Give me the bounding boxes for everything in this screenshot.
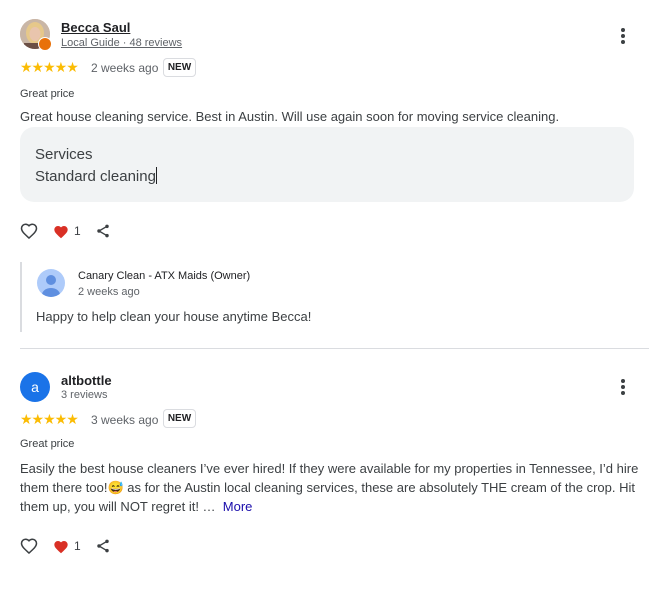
- text-caret: [155, 167, 157, 184]
- reviewer-subtitle[interactable]: 3 reviews: [61, 389, 107, 401]
- reviewer-name[interactable]: altbottle: [61, 373, 112, 388]
- share-icon[interactable]: [95, 538, 111, 554]
- new-badge: NEW: [163, 409, 196, 428]
- services-value: Standard cleaning: [35, 168, 156, 185]
- star-rating: ★★★★★: [20, 59, 79, 75]
- thumb-like-icon[interactable]: [20, 537, 38, 555]
- star-rating: ★★★★★: [20, 411, 79, 427]
- heart-icon[interactable]: [53, 539, 69, 555]
- new-badge: NEW: [163, 58, 196, 77]
- reviewer-avatar[interactable]: a: [20, 372, 50, 402]
- review-time: 2 weeks ago: [91, 61, 159, 75]
- owner-reply-text: Happy to help clean your house anytime B…: [36, 309, 312, 324]
- like-count: 1: [74, 539, 81, 553]
- review-tag: Great price: [20, 438, 75, 450]
- review-text-content: Easily the best house cleaners I’ve ever…: [20, 461, 639, 514]
- reviewer-subtitle[interactable]: Local Guide · 48 reviews: [61, 37, 182, 49]
- owner-name: Canary Clean - ATX Maids (Owner): [78, 270, 251, 282]
- more-vert-icon[interactable]: [615, 379, 631, 397]
- review-card: Becca Saul Local Guide · 48 reviews ★★★★…: [0, 0, 657, 348]
- services-heading: Services: [35, 146, 93, 163]
- person-icon: [37, 269, 65, 297]
- review-text: Great house cleaning service. Best in Au…: [20, 109, 560, 124]
- review-tag: Great price: [20, 88, 75, 100]
- local-guide-badge-icon: [38, 37, 52, 51]
- like-count: 1: [74, 224, 81, 238]
- more-vert-icon[interactable]: [615, 28, 631, 46]
- reviewer-name[interactable]: Becca Saul: [61, 20, 130, 35]
- review-text: Easily the best house cleaners I’ve ever…: [20, 459, 640, 516]
- share-icon[interactable]: [95, 223, 111, 239]
- review-time: 3 weeks ago: [91, 413, 159, 427]
- heart-icon[interactable]: [53, 224, 69, 240]
- thumb-like-icon[interactable]: [20, 222, 38, 240]
- owner-reply-bar: [20, 262, 22, 332]
- owner-reply-time: 2 weeks ago: [78, 286, 140, 298]
- more-link[interactable]: More: [223, 499, 253, 514]
- services-box: Services Standard cleaning: [20, 127, 634, 202]
